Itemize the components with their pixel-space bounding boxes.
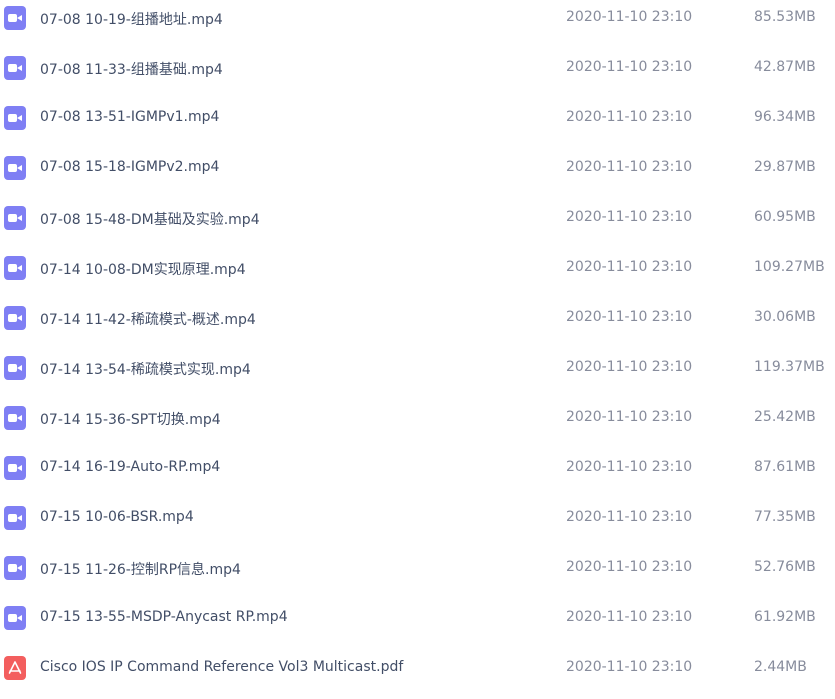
file-row[interactable]: 07-15 10-06-BSR.mp4 2020-11-10 23:10 77.…: [0, 494, 835, 544]
video-file-icon: [4, 106, 26, 130]
file-modified-date: 2020-11-10 23:10: [566, 259, 693, 275]
file-name[interactable]: 07-08 15-18-IGMPv2.mp4: [40, 159, 219, 175]
file-name[interactable]: 07-08 11-33-组播基础.mp4: [40, 59, 223, 79]
file-name[interactable]: 07-14 16-19-Auto-RP.mp4: [40, 459, 220, 475]
pdf-file-icon: [4, 656, 26, 680]
video-file-icon: [4, 256, 26, 280]
video-file-icon: [4, 306, 26, 330]
file-list: 07-08 10-19-组播地址.mp4 2020-11-10 23:10 85…: [0, 0, 835, 699]
file-row[interactable]: 07-14 13-54-稀疏模式实现.mp4 2020-11-10 23:10 …: [0, 344, 835, 394]
file-name[interactable]: 07-14 10-08-DM实现原理.mp4: [40, 259, 246, 279]
file-modified-date: 2020-11-10 23:10: [566, 109, 693, 125]
video-file-icon: [4, 506, 26, 530]
video-file-icon: [4, 556, 26, 580]
video-file-icon: [4, 356, 26, 380]
file-row[interactable]: 07-08 15-48-DM基础及实验.mp4 2020-11-10 23:10…: [0, 194, 835, 244]
file-modified-date: 2020-11-10 23:10: [566, 459, 693, 475]
file-size: 60.95MB: [754, 209, 816, 225]
video-file-icon: [4, 206, 26, 230]
file-name[interactable]: 07-08 15-48-DM基础及实验.mp4: [40, 209, 260, 229]
file-modified-date: 2020-11-10 23:10: [566, 659, 693, 675]
file-name[interactable]: Cisco IOS IP Command Reference Vol3 Mult…: [40, 659, 403, 675]
file-name[interactable]: 07-15 11-26-控制RP信息.mp4: [40, 559, 241, 579]
file-size: 77.35MB: [754, 509, 816, 525]
file-row[interactable]: 07-15 11-26-控制RP信息.mp4 2020-11-10 23:10 …: [0, 544, 835, 594]
file-modified-date: 2020-11-10 23:10: [566, 559, 693, 575]
file-row[interactable]: 07-08 11-33-组播基础.mp4 2020-11-10 23:10 42…: [0, 44, 835, 94]
video-file-icon: [4, 156, 26, 180]
file-size: 29.87MB: [754, 159, 816, 175]
file-name[interactable]: 07-14 13-54-稀疏模式实现.mp4: [40, 359, 251, 379]
file-size: 87.61MB: [754, 459, 816, 475]
file-name[interactable]: 07-08 10-19-组播地址.mp4: [40, 9, 223, 29]
file-row[interactable]: 07-15 13-55-MSDP-Anycast RP.mp4 2020-11-…: [0, 594, 835, 644]
file-modified-date: 2020-11-10 23:10: [566, 309, 693, 325]
file-name[interactable]: 07-14 15-36-SPT切换.mp4: [40, 409, 221, 429]
file-size: 2.44MB: [754, 659, 807, 675]
file-name[interactable]: 07-14 11-42-稀疏模式-概述.mp4: [40, 309, 256, 329]
file-size: 119.37MB: [754, 359, 825, 375]
video-file-icon: [4, 6, 26, 30]
file-size: 109.27MB: [754, 259, 825, 275]
file-row[interactable]: 07-08 15-18-IGMPv2.mp4 2020-11-10 23:10 …: [0, 144, 835, 194]
file-size: 52.76MB: [754, 559, 816, 575]
file-size: 30.06MB: [754, 309, 816, 325]
file-modified-date: 2020-11-10 23:10: [566, 609, 693, 625]
file-row[interactable]: 07-08 10-19-组播地址.mp4 2020-11-10 23:10 85…: [0, 0, 835, 44]
file-row[interactable]: 07-14 11-42-稀疏模式-概述.mp4 2020-11-10 23:10…: [0, 294, 835, 344]
file-modified-date: 2020-11-10 23:10: [566, 509, 693, 525]
file-modified-date: 2020-11-10 23:10: [566, 359, 693, 375]
video-file-icon: [4, 406, 26, 430]
file-size: 25.42MB: [754, 409, 816, 425]
file-name[interactable]: 07-08 13-51-IGMPv1.mp4: [40, 109, 219, 125]
file-name[interactable]: 07-15 10-06-BSR.mp4: [40, 509, 194, 525]
file-size: 61.92MB: [754, 609, 816, 625]
file-modified-date: 2020-11-10 23:10: [566, 209, 693, 225]
file-row[interactable]: 07-14 10-08-DM实现原理.mp4 2020-11-10 23:10 …: [0, 244, 835, 294]
file-row[interactable]: 07-14 15-36-SPT切换.mp4 2020-11-10 23:10 2…: [0, 394, 835, 444]
file-modified-date: 2020-11-10 23:10: [566, 59, 693, 75]
file-modified-date: 2020-11-10 23:10: [566, 159, 693, 175]
file-size: 42.87MB: [754, 59, 816, 75]
file-row[interactable]: 07-14 16-19-Auto-RP.mp4 2020-11-10 23:10…: [0, 444, 835, 494]
file-row[interactable]: 07-08 13-51-IGMPv1.mp4 2020-11-10 23:10 …: [0, 94, 835, 144]
file-modified-date: 2020-11-10 23:10: [566, 409, 693, 425]
video-file-icon: [4, 456, 26, 480]
file-modified-date: 2020-11-10 23:10: [566, 9, 693, 25]
video-file-icon: [4, 56, 26, 80]
file-size: 96.34MB: [754, 109, 816, 125]
file-row[interactable]: Cisco IOS IP Command Reference Vol3 Mult…: [0, 644, 835, 694]
file-size: 85.53MB: [754, 9, 816, 25]
file-name[interactable]: 07-15 13-55-MSDP-Anycast RP.mp4: [40, 609, 288, 625]
video-file-icon: [4, 606, 26, 630]
